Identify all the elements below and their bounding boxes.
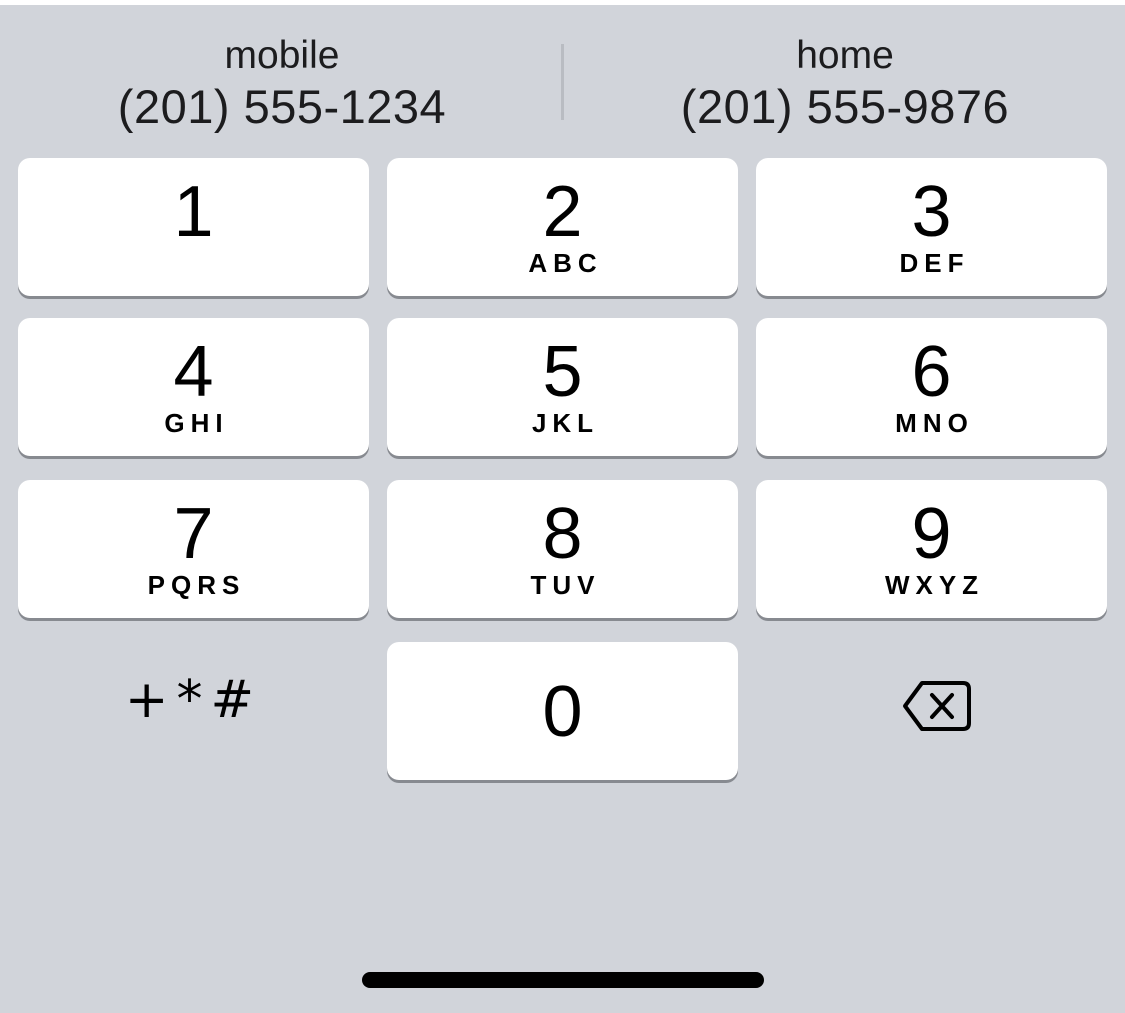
suggestion-divider <box>561 44 564 120</box>
symbols-label: +*# <box>124 670 263 730</box>
phone-keypad: mobile (201) 555-1234 home (201) 555-987… <box>0 5 1125 1013</box>
key-9[interactable]: 9 WXYZ <box>756 480 1107 618</box>
suggestion-number: (201) 555-1234 <box>117 80 447 133</box>
suggestion-home[interactable]: home (201) 555-9876 <box>565 33 1125 135</box>
key-5[interactable]: 5 JKL <box>387 318 738 456</box>
suggestion-number: (201) 555-9876 <box>680 80 1010 133</box>
key-7[interactable]: 7 PQRS <box>18 480 369 618</box>
key-0[interactable]: 0 <box>387 642 738 780</box>
key-4[interactable]: 4 GHI <box>18 318 369 456</box>
key-digit: 9 <box>911 494 952 574</box>
suggestion-mobile[interactable]: mobile (201) 555-1234 <box>2 33 562 135</box>
key-digit: 3 <box>911 172 952 252</box>
key-6[interactable]: 6 MNO <box>756 318 1107 456</box>
suggestion-label: mobile <box>224 34 340 77</box>
key-letters: DEF <box>899 248 970 278</box>
key-letters: JKL <box>531 408 600 438</box>
key-3[interactable]: 3 DEF <box>756 158 1107 296</box>
home-indicator[interactable] <box>362 972 764 988</box>
key-digit: 8 <box>542 494 583 574</box>
key-digit: 4 <box>173 332 214 412</box>
backspace-icon <box>903 681 971 731</box>
key-digit: 2 <box>542 172 583 252</box>
key-letters: TUV <box>530 570 601 600</box>
backspace-key[interactable] <box>756 642 1107 780</box>
key-8[interactable]: 8 TUV <box>387 480 738 618</box>
key-letters: MNO <box>895 408 974 438</box>
key-2[interactable]: 2 ABC <box>387 158 738 296</box>
key-digit: 0 <box>542 672 583 752</box>
symbols-key[interactable]: +*# <box>18 642 369 780</box>
key-letters: ABC <box>528 248 603 278</box>
key-digit: 6 <box>911 332 952 412</box>
key-digit: 5 <box>542 332 583 412</box>
key-letters: WXYZ <box>884 570 985 600</box>
key-letters: GHI <box>164 408 229 438</box>
key-1[interactable]: 1 <box>18 158 369 296</box>
key-letters: PQRS <box>147 570 246 600</box>
suggestion-label: home <box>796 34 894 77</box>
key-digit: 7 <box>173 494 214 574</box>
key-digit: 1 <box>173 172 214 252</box>
